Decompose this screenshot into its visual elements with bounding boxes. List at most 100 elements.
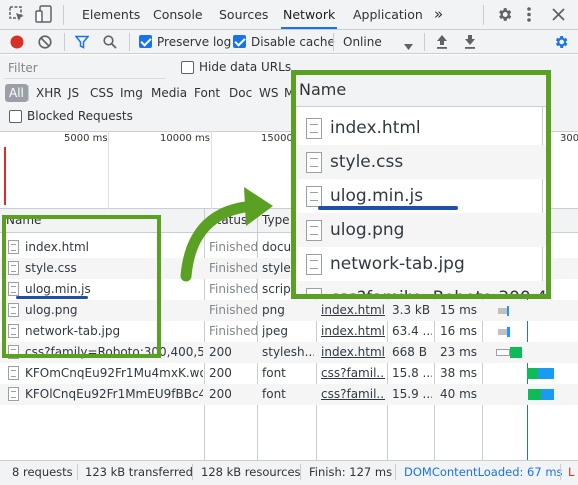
chevron-down-icon[interactable] — [404, 39, 413, 50]
disable-cache-label: Disable cache — [251, 35, 335, 49]
stylesheet-file-icon — [306, 288, 322, 294]
stylesheet-file-icon — [306, 152, 322, 173]
request-time: 38 ms — [440, 366, 478, 380]
more-tabs-button[interactable]: » — [432, 0, 445, 29]
highlight-underline — [16, 296, 88, 299]
callout-row-name: index.html — [330, 118, 421, 138]
script-file-icon — [306, 186, 322, 207]
filter-funnel-icon[interactable] — [74, 35, 90, 49]
request-name[interactable]: KFOmCnqEu92Fr1Mu4mxK.woff2 — [25, 366, 203, 380]
request-initiator[interactable]: css?famil... — [321, 366, 385, 380]
export-har-icon[interactable] — [464, 34, 476, 49]
preserve-log-label: Preserve log — [157, 35, 232, 49]
tab-network[interactable]: Network — [281, 0, 338, 29]
request-initiator[interactable]: index.html — [321, 345, 385, 359]
highlight-box — [2, 215, 161, 358]
waterfall-bar — [510, 347, 522, 358]
callout-row: index.html — [296, 111, 546, 145]
search-icon[interactable] — [103, 35, 117, 49]
timeline-tick: 5000 ms — [64, 133, 108, 144]
close-devtools-icon[interactable] — [552, 8, 565, 21]
timeline-tick: 300 — [560, 133, 578, 144]
type-filter-xhr[interactable]: XHR — [36, 84, 62, 102]
status-load: L — [568, 465, 575, 479]
image-file-icon — [306, 254, 322, 275]
request-status: Finished — [209, 303, 259, 317]
request-size: 668 B — [392, 345, 427, 359]
hide-data-urls-checkbox[interactable] — [181, 61, 194, 74]
font-file-icon — [8, 387, 19, 401]
request-status: 200 — [209, 387, 232, 401]
inspect-element-icon[interactable] — [9, 6, 25, 22]
more-options-icon[interactable] — [526, 6, 532, 23]
request-size: 63.4 ... — [392, 324, 432, 338]
status-dom-content-loaded: DOMContentLoaded: 67 ms — [404, 465, 563, 479]
preserve-log-checkbox[interactable] — [139, 35, 152, 48]
request-size: 3.3 kB — [392, 303, 431, 317]
font-file-icon — [8, 366, 19, 380]
request-type: stylesh... — [262, 345, 314, 359]
callout-row-name: style.css — [330, 152, 404, 172]
throttling-select[interactable]: Online — [343, 35, 382, 49]
request-status: Finished — [209, 324, 259, 338]
tab-elements[interactable]: Elements — [80, 0, 142, 29]
status-transferred: 123 kB transferred — [85, 465, 193, 479]
settings-gear-icon[interactable] — [496, 6, 513, 23]
type-filter-doc[interactable]: Doc — [229, 84, 252, 102]
request-time: 23 ms — [440, 345, 478, 359]
waterfall-bar — [528, 389, 541, 400]
timeline-tick: 10000 ms — [160, 133, 210, 144]
document-file-icon — [306, 118, 322, 139]
waterfall-bar — [507, 327, 510, 337]
request-name[interactable]: KFOlCnqEu92Fr1MmEU9fBBc4.... — [25, 387, 203, 401]
waterfall-bar — [507, 306, 509, 316]
status-finish: Finish: 127 ms — [309, 465, 393, 479]
table-row[interactable]: KFOmCnqEu92Fr1Mu4mxK.woff2 200 font css?… — [0, 363, 578, 384]
tab-application[interactable]: Application — [351, 0, 425, 29]
request-type: font — [262, 387, 286, 401]
type-filter-ws[interactable]: WS — [259, 84, 278, 102]
request-status: 200 — [209, 345, 232, 359]
request-initiator[interactable]: index.html — [321, 303, 385, 317]
callout-row-name: network-tab.jpg — [330, 254, 465, 274]
request-initiator[interactable]: index.html — [321, 324, 385, 338]
request-type: png — [262, 303, 285, 317]
callout-column-name: Name — [299, 80, 347, 99]
type-filter-media[interactable]: Media — [151, 84, 187, 102]
request-size: 15.8 ... — [392, 366, 432, 380]
import-har-icon[interactable] — [436, 34, 448, 49]
type-filter-js[interactable]: JS — [68, 84, 79, 102]
network-settings-gear-icon[interactable] — [553, 34, 569, 50]
zoom-callout: Name index.html style.css ulog.min.js ul… — [291, 70, 551, 299]
type-filter-all[interactable]: All — [5, 84, 28, 102]
overview-load-marker — [4, 147, 6, 205]
callout-header: Name — [296, 75, 546, 107]
filter-input[interactable]: Filter — [8, 61, 38, 75]
status-resources: 128 kB resources — [201, 465, 301, 479]
callout-row-name: ulog.png — [330, 220, 405, 240]
table-row[interactable]: KFOlCnqEu92Fr1MmEU9fBBc4.... 200 font cs… — [0, 384, 578, 405]
hide-data-urls-label: Hide data URLs — [199, 60, 292, 74]
type-filter-css[interactable]: CSS — [90, 84, 114, 102]
request-status: 200 — [209, 366, 232, 380]
tab-console[interactable]: Console — [151, 0, 205, 29]
disable-cache-checkbox[interactable] — [233, 35, 246, 48]
request-initiator[interactable]: css?famil... — [321, 387, 385, 401]
status-requests: 8 requests — [12, 465, 73, 479]
waterfall-bar — [538, 368, 554, 379]
callout-arrow-icon — [170, 180, 280, 290]
waterfall-bar — [527, 368, 538, 379]
callout-row: ulog.png — [296, 213, 546, 247]
type-filter-font[interactable]: Font — [194, 84, 220, 102]
blocked-requests-checkbox[interactable] — [9, 110, 22, 123]
tab-sources[interactable]: Sources — [217, 0, 270, 29]
waterfall-bar — [541, 389, 554, 400]
record-icon[interactable] — [10, 35, 24, 49]
request-time: 40 ms — [440, 387, 478, 401]
blocked-requests-label: Blocked Requests — [27, 109, 133, 123]
callout-underline — [318, 206, 458, 210]
waterfall-bar — [498, 329, 507, 335]
clear-icon[interactable] — [38, 35, 52, 49]
device-toolbar-icon[interactable] — [35, 5, 53, 23]
type-filter-img[interactable]: Img — [120, 84, 143, 102]
